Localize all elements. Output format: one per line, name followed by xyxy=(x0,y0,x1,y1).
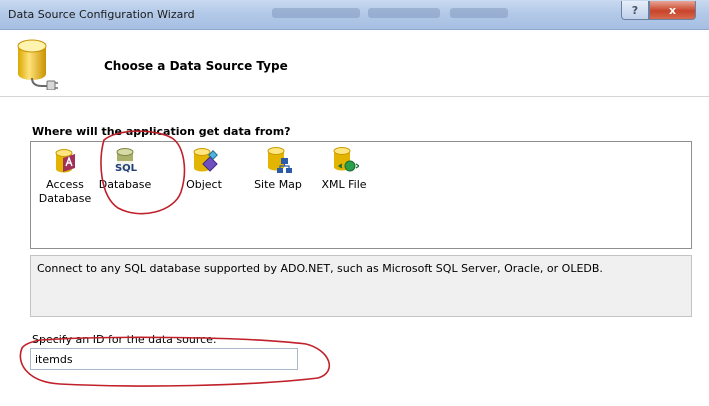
blurred-taskbar-text xyxy=(272,8,360,18)
data-source-type-list[interactable]: Access Database SQL Database Object Site… xyxy=(30,141,692,249)
data-source-id-input[interactable] xyxy=(30,348,298,370)
object-icon xyxy=(193,148,218,172)
description-box: Connect to any SQL database supported by… xyxy=(30,255,692,317)
close-button[interactable]: x xyxy=(649,1,696,20)
header-divider xyxy=(0,96,709,97)
source-label: XML File xyxy=(321,178,367,191)
source-label: Access Database xyxy=(38,178,92,205)
source-access-database[interactable]: Access Database xyxy=(37,146,93,206)
source-label: Database xyxy=(98,178,152,191)
access-database-icon xyxy=(55,149,75,173)
id-field-label: Specify an ID for the data source: xyxy=(32,333,217,346)
data-source-question: Where will the application get data from… xyxy=(32,125,291,138)
description-text: Connect to any SQL database supported by… xyxy=(37,262,603,275)
xml-file-icon xyxy=(333,147,359,172)
help-button[interactable]: ? xyxy=(621,1,649,20)
source-xml-file[interactable]: XML File xyxy=(316,146,372,192)
source-label: Site Map xyxy=(254,178,302,191)
sql-database-icon: SQL xyxy=(114,148,138,174)
source-label: Object xyxy=(186,178,222,191)
site-map-icon xyxy=(267,147,292,173)
wizard-header: Choose a Data Source Type xyxy=(0,30,709,96)
title-bar[interactable]: Data Source Configuration Wizard ? x xyxy=(0,0,709,30)
source-site-map[interactable]: Site Map xyxy=(250,146,306,192)
sql-badge: SQL xyxy=(115,163,138,174)
page-title: Choose a Data Source Type xyxy=(104,59,288,73)
database-plug-icon xyxy=(17,39,58,90)
source-object[interactable]: Object xyxy=(176,146,232,192)
source-sql-database[interactable]: SQL Database xyxy=(97,146,153,192)
blurred-taskbar-text xyxy=(450,8,508,18)
window-title: Data Source Configuration Wizard xyxy=(8,8,195,21)
blurred-taskbar-text xyxy=(368,8,440,18)
